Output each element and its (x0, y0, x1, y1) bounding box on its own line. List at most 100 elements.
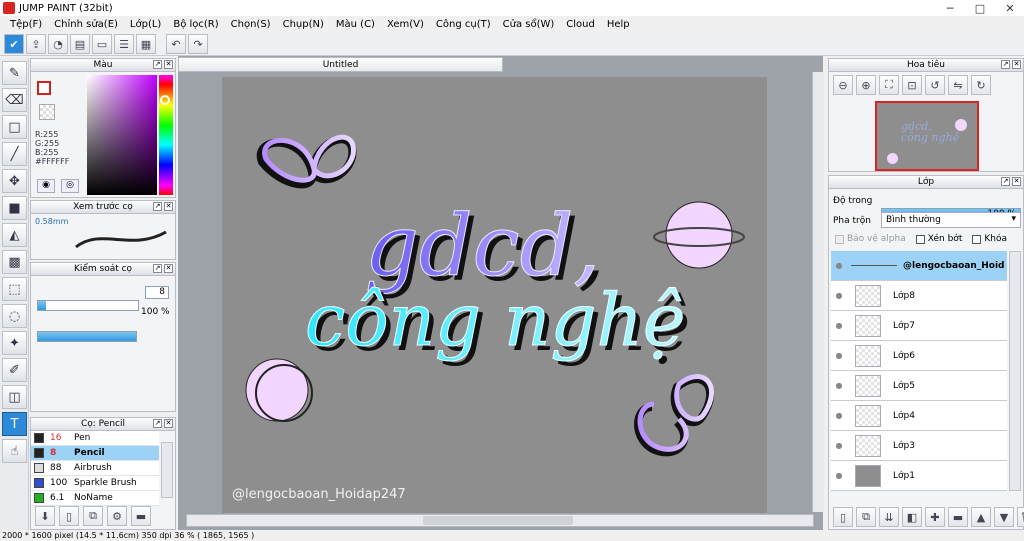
close-icon[interactable]: ✕ (1012, 177, 1021, 186)
navigator-thumbnail[interactable]: gdcd, công nghệ (875, 101, 979, 171)
brush-opacity-slider[interactable] (37, 331, 137, 342)
brush-folder-icon[interactable]: ▬ (131, 506, 151, 526)
close-icon[interactable]: ✕ (164, 60, 173, 69)
popout-icon[interactable]: ↗ (153, 202, 162, 211)
close-icon[interactable]: ✕ (164, 419, 173, 428)
layer-folder-icon[interactable]: ▬ (948, 507, 968, 527)
brush-size-input[interactable]: 8 (145, 286, 169, 299)
popout-icon[interactable]: ↗ (153, 419, 162, 428)
canvas[interactable]: gdcd, gdcd, công nghệ công nghệ (222, 77, 767, 513)
comment-icon[interactable]: ◔ (48, 34, 68, 54)
maximize-button[interactable]: □ (970, 2, 990, 15)
new-layer-copy-icon[interactable]: ⧉ (856, 507, 876, 527)
close-icon[interactable]: ✕ (1012, 60, 1021, 69)
hue-handle[interactable] (160, 95, 170, 105)
flip-icon[interactable]: ⇋ (948, 75, 968, 95)
brush-list-scrollbar[interactable] (161, 442, 173, 498)
bucket-tool-icon[interactable]: ◭ (2, 223, 27, 247)
protect-alpha-checkbox[interactable] (835, 234, 844, 244)
layer-delete-icon[interactable]: 🗑 (1017, 507, 1024, 527)
rotate-right-icon[interactable]: ↻ (971, 75, 991, 95)
menu-filter[interactable]: Bộ lọc(R) (167, 19, 224, 30)
menu-capture[interactable]: Chụp(N) (277, 19, 330, 30)
zoom-in-icon[interactable]: ⊕ (856, 75, 876, 95)
layer-row[interactable]: ● Lớp8 (831, 281, 1007, 311)
share-icon[interactable]: ⇪ (26, 34, 46, 54)
list-icon[interactable]: ☰ (114, 34, 134, 54)
layer-add-menu-icon[interactable]: ✚ (925, 507, 945, 527)
brush-download-icon[interactable]: ⬇ (35, 506, 55, 526)
rect-tool-icon[interactable]: □ (2, 115, 27, 139)
brush-settings-icon[interactable]: ⚙ (107, 506, 127, 526)
line-tool-icon[interactable]: ╱ (2, 142, 27, 166)
palette-edit-icon[interactable]: ◎ (61, 179, 79, 193)
hue-slider[interactable] (159, 75, 173, 195)
new-layer-icon[interactable]: ▯ (833, 507, 853, 527)
brush-size-slider[interactable] (37, 300, 139, 311)
menu-color[interactable]: Màu (C) (330, 19, 381, 30)
brush-list-item[interactable]: 6.1 NoName (31, 491, 159, 506)
visibility-icon[interactable]: ● (831, 411, 847, 420)
tab-untitled[interactable]: Untitled (178, 57, 503, 72)
layer-row[interactable]: ● Lớp3 (831, 431, 1007, 461)
select-eraser-tool-icon[interactable]: ◫ (2, 385, 27, 409)
visibility-icon[interactable]: ● (831, 381, 847, 390)
horizontal-scroll-thumb[interactable] (423, 516, 573, 525)
fit-window-icon[interactable]: ⛶ (879, 75, 899, 95)
pointer-tool-icon[interactable]: ☝ (2, 439, 27, 463)
visibility-icon[interactable]: ● (831, 441, 847, 450)
document-icon[interactable]: ▭ (92, 34, 112, 54)
brush-list-item[interactable]: 88 Airbrush (31, 461, 159, 476)
magic-wand-tool-icon[interactable]: ✦ (2, 331, 27, 355)
gradient-tool-icon[interactable]: ▩ (2, 250, 27, 274)
blend-mode-select[interactable]: Bình thường ▾ (881, 212, 1021, 228)
actual-size-icon[interactable]: ⊡ (902, 75, 922, 95)
menu-help[interactable]: Help (601, 19, 636, 30)
popout-icon[interactable]: ↗ (153, 60, 162, 69)
fill-rect-tool-icon[interactable]: ■ (2, 196, 27, 220)
menu-window[interactable]: Cửa sổ(W) (497, 19, 561, 30)
menu-layer[interactable]: Lớp(L) (124, 19, 167, 30)
visibility-icon[interactable]: ● (831, 471, 847, 480)
horizontal-scrollbar[interactable] (186, 514, 814, 527)
close-icon[interactable]: ✕ (164, 202, 173, 211)
close-icon[interactable]: ✕ (164, 264, 173, 273)
menu-file[interactable]: Tệp(F) (4, 19, 48, 30)
lock-checkbox[interactable] (972, 234, 982, 244)
popout-icon[interactable]: ↗ (1001, 177, 1010, 186)
grid-icon[interactable]: ▦ (136, 34, 156, 54)
layer-row[interactable]: ● @lengocbaoan_Hoid (831, 251, 1007, 281)
layer-row[interactable]: ● Lớp5 (831, 371, 1007, 401)
move-tool-icon[interactable]: ✥ (2, 169, 27, 193)
visibility-icon[interactable]: ● (831, 291, 847, 300)
rotate-left-icon[interactable]: ↺ (925, 75, 945, 95)
close-button[interactable]: ✕ (1000, 2, 1020, 15)
layer-mask-icon[interactable]: ◧ (902, 507, 922, 527)
foreground-color-swatch[interactable] (37, 81, 51, 95)
menu-edit[interactable]: Chỉnh sửa(E) (48, 19, 124, 30)
menu-select[interactable]: Chọn(S) (225, 19, 277, 30)
brush-list-item[interactable]: 8 Pencil (31, 446, 159, 461)
saturation-value-picker[interactable] (87, 75, 157, 195)
layer-up-icon[interactable]: ▲ (971, 507, 991, 527)
visibility-icon[interactable]: ● (831, 261, 847, 270)
transparent-color-swatch[interactable] (39, 104, 55, 120)
clipping-checkbox[interactable] (915, 234, 925, 244)
brush-new-icon[interactable]: ▯ (59, 506, 79, 526)
brush-tool-icon[interactable]: ✎ (2, 61, 27, 85)
layer-merge-icon[interactable]: ⇊ (879, 507, 899, 527)
layer-row[interactable]: ● Lớp4 (831, 401, 1007, 431)
undo-icon[interactable]: ↶ (166, 34, 186, 54)
minimize-button[interactable]: ─ (940, 2, 960, 15)
layer-row[interactable]: ● Lớp1 (831, 461, 1007, 491)
layer-row[interactable]: ● Lớp7 (831, 311, 1007, 341)
popout-icon[interactable]: ↗ (1001, 60, 1010, 69)
text-tool-icon[interactable]: T (2, 412, 27, 436)
brush-list-item[interactable]: 100 Sparkle Brush (31, 476, 159, 491)
menu-view[interactable]: Xem(V) (381, 19, 430, 30)
visibility-icon[interactable]: ● (831, 351, 847, 360)
vertical-scrollbar[interactable] (812, 72, 824, 512)
menu-cloud[interactable]: Cloud (560, 19, 601, 30)
redo-icon[interactable]: ↷ (188, 34, 208, 54)
rect-select-tool-icon[interactable]: ⬚ (2, 277, 27, 301)
